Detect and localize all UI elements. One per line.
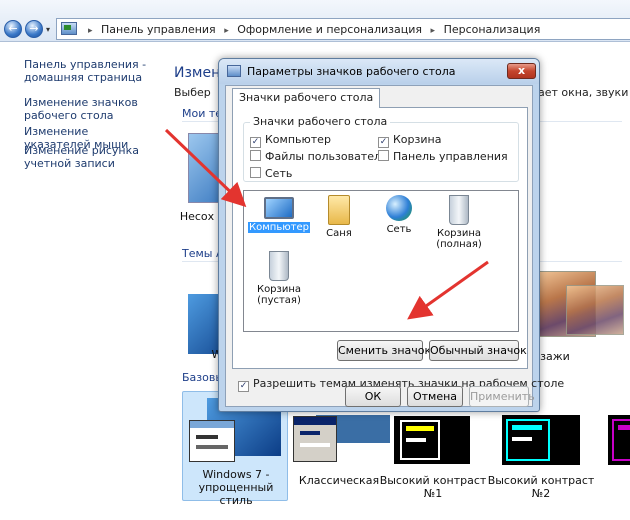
close-button[interactable]: x xyxy=(507,63,536,79)
page-subtitle-continued: ает окна, звуки и ст xyxy=(538,86,630,99)
control-panel-icon xyxy=(61,22,77,35)
list-item-user-folder[interactable]: Саня xyxy=(308,195,370,239)
breadcrumb: ▸ Панель управления ▸ Оформление и персо… xyxy=(83,23,540,36)
change-account-picture-link[interactable]: Изменение рисунка учетной записи xyxy=(24,144,154,170)
back-arrow-icon: ← xyxy=(8,22,18,35)
user-folder-icon xyxy=(328,195,350,225)
icon-label: Сеть xyxy=(386,224,412,235)
landscapes-theme-thumbnail-stack xyxy=(566,285,624,335)
dialog-titlebar[interactable]: Параметры значков рабочего стола x xyxy=(219,59,539,84)
breadcrumb-item[interactable]: Оформление и персонализация xyxy=(237,23,422,36)
icon-label: Корзина (полная) xyxy=(436,228,482,250)
icon-list[interactable]: Компьютер Саня Сеть Корзина (полная) Кор… xyxy=(243,190,519,332)
chevron-right-icon: ▸ xyxy=(224,26,229,36)
checkbox-network[interactable]: Сеть xyxy=(250,167,292,180)
recycle-bin-full-icon xyxy=(449,195,469,225)
chevron-right-icon: ▸ xyxy=(88,26,93,36)
checkbox-unchecked-icon[interactable] xyxy=(250,150,261,161)
icon-label: Саня xyxy=(326,228,352,239)
checkbox-checked-icon[interactable]: ✓ xyxy=(378,137,389,148)
group-title: Значки рабочего стола xyxy=(250,115,391,128)
dialog-title: Параметры значков рабочего стола xyxy=(247,65,456,78)
high-contrast-2-thumbnail[interactable] xyxy=(502,415,580,465)
checkbox-label: Компьютер xyxy=(265,133,331,146)
checkbox-unchecked-icon[interactable] xyxy=(378,150,389,161)
tab-desktop-icons[interactable]: Значки рабочего стола xyxy=(232,88,381,108)
ok-button[interactable]: ОК xyxy=(345,386,401,407)
checkbox-recycle-bin[interactable]: ✓ Корзина xyxy=(378,133,441,148)
change-desktop-icons-link[interactable]: Изменение значков рабочего стола xyxy=(24,96,154,122)
checkbox-label: Файлы пользователя xyxy=(265,150,388,163)
checkbox-label: Панель управления xyxy=(393,150,508,163)
breadcrumb-item[interactable]: Персонализация xyxy=(444,23,541,36)
list-item-network[interactable]: Сеть xyxy=(368,195,430,235)
default-icon-button[interactable]: Обычный значок xyxy=(429,340,527,361)
checkbox-checked-icon[interactable]: ✓ xyxy=(238,381,249,392)
apply-button: Применить xyxy=(469,386,535,407)
recycle-bin-empty-icon xyxy=(269,251,289,281)
high-contrast-3-thumbnail[interactable] xyxy=(608,415,630,465)
chevron-right-icon: ▸ xyxy=(430,26,436,36)
high-contrast-1-thumbnail[interactable] xyxy=(393,415,471,465)
history-dropdown-icon[interactable]: ▾ xyxy=(46,25,50,34)
checkbox-control-panel[interactable]: Панель управления xyxy=(378,150,508,163)
network-icon xyxy=(386,195,412,221)
list-item-recycle-bin-empty[interactable]: Корзина (пустая) xyxy=(248,251,310,306)
desktop-icons-group: Значки рабочего стола ✓ Компьютер ✓ Корзин… xyxy=(243,115,519,182)
desktop-icon-settings-dialog: Параметры значков рабочего стола x Значк… xyxy=(218,58,564,412)
explorer-toolbar: ← → ▾ ▸ Панель управления ▸ Оформление и… xyxy=(0,0,630,42)
mini-window-preview xyxy=(293,416,337,462)
checkbox-unchecked-icon[interactable] xyxy=(250,167,261,178)
mini-window-preview xyxy=(189,420,235,462)
checkbox-checked-icon[interactable]: ✓ xyxy=(250,137,261,148)
tab-panel: Значки рабочего стола ✓ Компьютер ✓ Корзин… xyxy=(232,107,528,369)
forward-button[interactable]: → xyxy=(25,20,43,38)
page-subtitle: Выбер xyxy=(174,86,211,99)
desktop-settings-icon xyxy=(227,65,241,77)
list-item-recycle-bin-full[interactable]: Корзина (полная) xyxy=(428,195,490,250)
breadcrumb-item[interactable]: Панель управления xyxy=(101,23,216,36)
left-navigation: Панель управления - домашняя страница Из… xyxy=(0,43,158,520)
computer-icon xyxy=(264,197,294,219)
checkbox-label: Корзина xyxy=(393,133,442,146)
address-bar[interactable]: ▸ Панель управления ▸ Оформление и персо… xyxy=(56,18,630,40)
icon-label: Корзина (пустая) xyxy=(256,284,302,306)
change-icon-button[interactable]: Сменить значок... xyxy=(337,340,442,361)
checkbox-label: Сеть xyxy=(265,167,293,180)
theme-label: Windows 7 - упрощенный стиль xyxy=(198,468,274,507)
control-panel-home-link[interactable]: Панель управления - домашняя страница xyxy=(24,58,154,84)
close-icon: x xyxy=(517,64,526,77)
high-contrast-2-label: Высокий контраст №2 xyxy=(487,474,595,500)
cancel-button[interactable]: Отмена xyxy=(407,386,463,407)
checkbox-computer[interactable]: ✓ Компьютер xyxy=(250,133,331,148)
back-button[interactable]: ← xyxy=(4,20,22,38)
forward-arrow-icon: → xyxy=(29,22,39,35)
checkbox-user-files[interactable]: Файлы пользователя xyxy=(250,150,388,163)
icon-label: Компьютер xyxy=(248,222,310,233)
list-item-computer[interactable]: Компьютер xyxy=(248,195,310,233)
high-contrast-1-label: Высокий контраст №1 xyxy=(379,474,487,500)
dialog-body: Значки рабочего стола Значки рабочего ст… xyxy=(225,85,564,407)
